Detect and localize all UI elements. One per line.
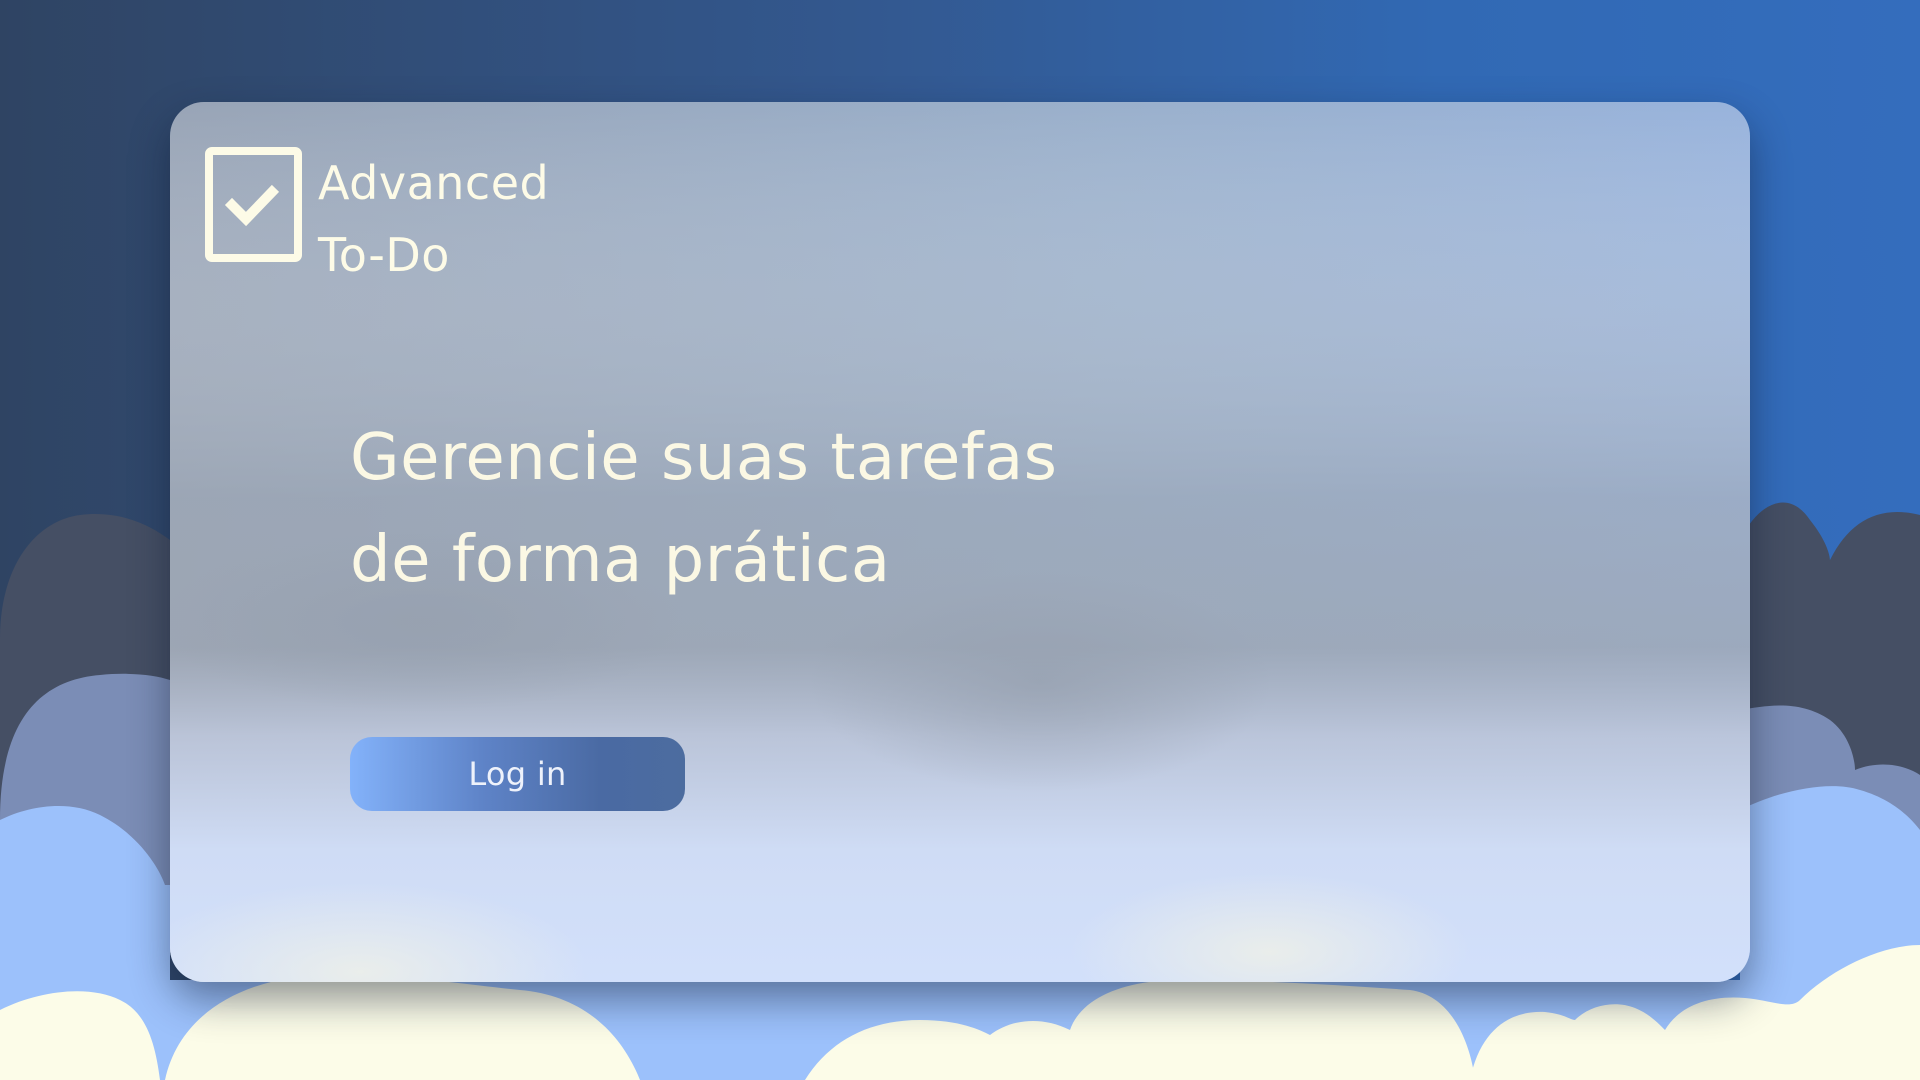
app-name-line1: Advanced xyxy=(318,156,550,210)
login-button[interactable]: Log in xyxy=(350,737,685,811)
app-logo: Advanced To-Do xyxy=(205,147,549,291)
app-name: Advanced To-Do xyxy=(318,147,549,291)
checkbox-check-icon xyxy=(205,147,302,262)
welcome-card: Advanced To-Do Gerencie suas tarefas de … xyxy=(170,102,1750,982)
hero-headline-line2: de forma prática xyxy=(350,523,891,597)
hero-headline-line1: Gerencie suas tarefas xyxy=(350,421,1058,495)
app-name-line2: To-Do xyxy=(318,228,450,282)
hero-headline: Gerencie suas tarefas de forma prática xyxy=(350,407,1058,611)
